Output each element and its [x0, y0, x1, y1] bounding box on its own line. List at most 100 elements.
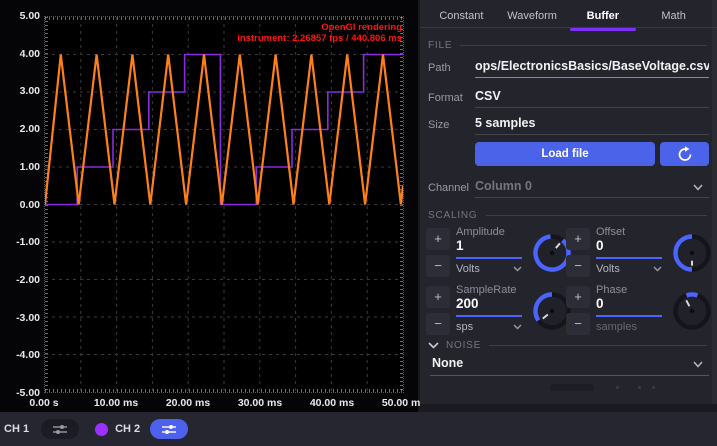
- ch1-settings-toggle[interactable]: [41, 419, 79, 439]
- phase-control: + − Phase 0 samples: [566, 284, 717, 340]
- refresh-button[interactable]: [660, 142, 709, 166]
- noise-section-header: NOISE: [428, 340, 707, 351]
- overlay-line1: OpenGl rendering: [237, 22, 402, 33]
- samplerate-underline: [456, 315, 522, 317]
- ch2-color-dot: [95, 423, 108, 436]
- y-tick-label: -2.00: [2, 274, 40, 286]
- y-tick-label: 3.00: [2, 85, 40, 97]
- y-tick-label: 0.00: [2, 199, 40, 211]
- samplerate-value-input[interactable]: 200: [456, 296, 479, 311]
- offset-underline: [596, 257, 662, 259]
- size-input[interactable]: 5 samples: [475, 116, 709, 130]
- tab-constant[interactable]: Constant: [426, 4, 497, 28]
- panel-scrollbar[interactable]: [712, 0, 717, 404]
- buffer-settings-panel: Constant Waveform Buffer Math FILE Path …: [420, 0, 717, 412]
- phase-underline: [596, 315, 662, 317]
- x-tick-label: 10.00 ms: [94, 397, 138, 409]
- x-tick-label: 0.00 s: [29, 397, 58, 409]
- overlay-line2: instrument: 2.26857 fps / 440.806 ms: [237, 33, 402, 44]
- amplitude-underline: [456, 257, 522, 259]
- offset-knob[interactable]: [670, 231, 714, 275]
- x-tick-label: 30.00 ms: [238, 397, 282, 409]
- file-section-rule: [460, 45, 707, 46]
- amplitude-label: Amplitude: [456, 226, 505, 238]
- offset-label: Offset: [596, 226, 625, 238]
- faint-dot: [652, 386, 655, 389]
- format-input[interactable]: CSV: [475, 89, 709, 103]
- tab-waveform[interactable]: Waveform: [497, 4, 568, 28]
- phase-unit-label: samples: [596, 321, 637, 333]
- refresh-icon: [676, 145, 694, 163]
- y-tick-label: 4.00: [2, 48, 40, 60]
- noise-underline: [430, 375, 709, 376]
- ch2-settings-toggle[interactable]: [150, 419, 188, 439]
- sliders-icon: [52, 424, 68, 435]
- offset-value-input[interactable]: 0: [596, 238, 604, 253]
- x-tick-label: 20.00 ms: [166, 397, 210, 409]
- noise-chevron-down-icon[interactable]: [693, 361, 703, 368]
- load-file-button[interactable]: Load file: [475, 142, 655, 166]
- tab-buffer[interactable]: Buffer: [568, 4, 639, 28]
- amplitude-unit-chevron-down-icon: [513, 266, 522, 272]
- channel-chevron-down-icon[interactable]: [693, 184, 703, 191]
- phase-increment-button[interactable]: +: [566, 286, 590, 308]
- scaling-section-header: SCALING: [428, 210, 707, 221]
- noise-collapse-chevron-down-icon[interactable]: [428, 342, 439, 349]
- opengl-render-overlay: OpenGl rendering instrument: 2.26857 fps…: [237, 22, 402, 44]
- amplitude-decrement-button[interactable]: −: [426, 255, 450, 277]
- path-label: Path: [428, 62, 451, 74]
- tab-bar: Constant Waveform Buffer Math: [426, 4, 709, 28]
- faint-dot: [638, 386, 641, 389]
- y-tick-label: -3.00: [2, 312, 40, 324]
- channel-label: Channel: [428, 182, 469, 194]
- phase-knob[interactable]: [670, 289, 714, 333]
- format-label: Format: [428, 92, 463, 104]
- path-underline: [475, 77, 709, 78]
- y-tick-label: 2.00: [2, 123, 40, 135]
- y-tick-label: 5.00: [2, 10, 40, 22]
- offset-control: + − Offset 0 Volts: [566, 226, 717, 282]
- amplitude-increment-button[interactable]: +: [426, 228, 450, 250]
- samplerate-unit-select[interactable]: sps: [456, 321, 522, 333]
- noise-section-label: NOISE: [446, 340, 481, 351]
- amplitude-unit-select[interactable]: Volts: [456, 263, 522, 275]
- y-tick-label: -4.00: [2, 349, 40, 361]
- waveform-plot-section: 5.00 4.00 3.00 2.00 1.00 0.00 -1.00 -2.00 -3.00 -…: [0, 0, 418, 412]
- file-section-label: FILE: [428, 40, 452, 51]
- phase-value-input[interactable]: 0: [596, 296, 604, 311]
- samplerate-increment-button[interactable]: +: [426, 286, 450, 308]
- y-tick-label: -1.00: [2, 236, 40, 248]
- amplitude-unit-label: Volts: [456, 263, 480, 275]
- samplerate-decrement-button[interactable]: −: [426, 313, 450, 335]
- offset-unit-chevron-down-icon: [653, 266, 662, 272]
- phase-unit: samples: [596, 321, 662, 333]
- channel-select[interactable]: Column 0: [475, 179, 709, 193]
- channel-bar: CH 1 CH 2: [0, 412, 717, 446]
- samplerate-control: + − SampleRate 200 sps: [426, 284, 578, 340]
- faint-partial-widget: [550, 384, 594, 391]
- signal-generator-window: 5.00 4.00 3.00 2.00 1.00 0.00 -1.00 -2.00 -3.00 -…: [0, 0, 717, 446]
- y-tick-label: 1.00: [2, 161, 40, 173]
- offset-decrement-button[interactable]: −: [566, 255, 590, 277]
- phase-label: Phase: [596, 284, 627, 296]
- amplitude-value-input[interactable]: 1: [456, 238, 464, 253]
- phase-decrement-button[interactable]: −: [566, 313, 590, 335]
- offset-increment-button[interactable]: +: [566, 228, 590, 250]
- offset-unit-label: Volts: [596, 263, 620, 275]
- samplerate-unit-chevron-down-icon: [513, 324, 522, 330]
- path-input[interactable]: ops/ElectronicsBasics/BaseVoltage.csv: [475, 59, 709, 73]
- format-underline: [475, 107, 709, 108]
- plot-canvas: [44, 16, 404, 393]
- noise-type-select[interactable]: None: [432, 356, 463, 370]
- load-file-label: Load file: [541, 148, 588, 160]
- size-label: Size: [428, 119, 449, 131]
- tab-math[interactable]: Math: [638, 4, 709, 28]
- offset-unit-select[interactable]: Volts: [596, 263, 662, 275]
- file-section-header: FILE: [428, 40, 707, 51]
- sliders-icon: [161, 424, 177, 435]
- waveform-svg: [45, 17, 403, 392]
- samplerate-label: SampleRate: [456, 284, 517, 296]
- noise-section-rule: [489, 345, 707, 346]
- tab-divider: [420, 27, 717, 28]
- x-tick-label: 40.00 ms: [310, 397, 354, 409]
